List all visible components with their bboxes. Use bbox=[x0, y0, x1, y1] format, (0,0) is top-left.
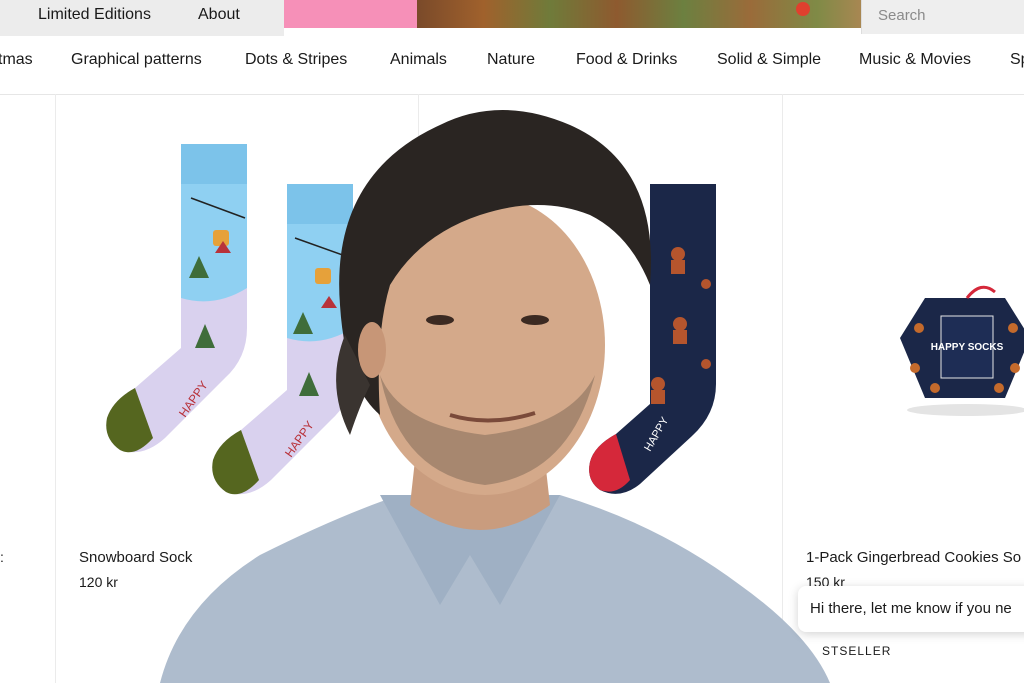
category-food-drinks[interactable]: Food & Drinks bbox=[576, 51, 677, 69]
chat-bubble[interactable]: Hi there, let me know if you ne bbox=[798, 586, 1024, 632]
search-placeholder: Search bbox=[878, 7, 926, 24]
category-music-movies[interactable]: Music & Movies bbox=[859, 51, 971, 69]
category-solid-simple[interactable]: Solid & Simple bbox=[717, 51, 821, 69]
promo-banner-image bbox=[417, 0, 861, 28]
promo-banner-pink bbox=[284, 0, 417, 28]
grid-divider bbox=[55, 94, 56, 683]
top-bar: Limited Editions About Search bbox=[0, 0, 1024, 36]
chat-message: Hi there, let me know if you ne bbox=[810, 600, 1012, 617]
product-name[interactable]: 1-Pack Gingerbread Cookies So bbox=[806, 549, 1021, 566]
category-graphical-patterns[interactable]: Graphical patterns bbox=[71, 51, 202, 69]
page: Limited Editions About Search tmas Graph… bbox=[0, 0, 1024, 683]
category-dots-stripes[interactable]: Dots & Stripes bbox=[245, 51, 347, 69]
top-links: Limited Editions About bbox=[0, 0, 284, 36]
category-christmas[interactable]: tmas bbox=[0, 51, 33, 69]
giftbox-brand-text: HAPPY SOCKS bbox=[931, 342, 1004, 353]
nav-link-about[interactable]: About bbox=[198, 6, 240, 24]
category-animals[interactable]: Animals bbox=[390, 51, 447, 69]
product-name[interactable]: Snowboard Sock bbox=[79, 549, 192, 566]
search-input[interactable]: Search bbox=[861, 0, 1024, 34]
category-nature[interactable]: Nature bbox=[487, 51, 535, 69]
nav-link-limited-editions[interactable]: Limited Editions bbox=[38, 6, 151, 24]
product-price: 120 kr bbox=[79, 574, 118, 590]
gift-box-image[interactable]: HAPPY SOCKS bbox=[895, 285, 1024, 418]
bestseller-badge: STSELLER bbox=[822, 644, 892, 658]
banner-person-figure bbox=[796, 2, 810, 16]
edge-text-fragment: : bbox=[0, 549, 4, 565]
category-sport[interactable]: Sp bbox=[1010, 51, 1024, 69]
person-photo-overlay bbox=[160, 110, 830, 683]
